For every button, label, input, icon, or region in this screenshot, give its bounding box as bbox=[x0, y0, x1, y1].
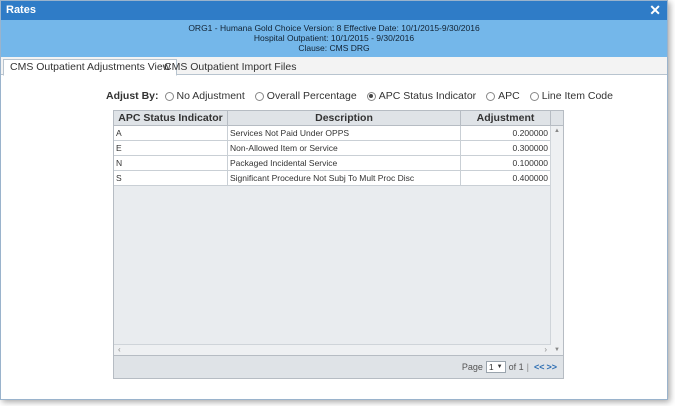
pager: Page 1 ▼ of 1 | << >> bbox=[114, 355, 563, 378]
table-row[interactable]: S Significant Procedure Not Subj To Mult… bbox=[114, 171, 551, 186]
horizontal-scrollbar[interactable]: ‹ › bbox=[114, 344, 551, 355]
radio-apc-status-indicator[interactable]: APC Status Indicator bbox=[366, 90, 477, 102]
table-row[interactable]: A Services Not Paid Under OPPS 0.200000 bbox=[114, 126, 551, 141]
vertical-scrollbar[interactable]: ▲ ▼ bbox=[550, 126, 563, 355]
radio-label: No Adjustment bbox=[176, 90, 245, 102]
radio-circle-icon[interactable] bbox=[254, 91, 264, 101]
scroll-down-arrow-icon[interactable]: ▼ bbox=[554, 347, 560, 353]
pager-separator: | bbox=[526, 362, 529, 372]
cell-adjustment[interactable]: 0.300000 bbox=[461, 141, 551, 155]
adjustments-grid: APC Status Indicator Description Adjustm… bbox=[113, 110, 564, 379]
info-line-clause: Clause: CMS DRG bbox=[298, 43, 370, 53]
cell-adjustment[interactable]: 0.400000 bbox=[461, 171, 551, 185]
cell-indicator: E bbox=[114, 141, 228, 155]
current-page-value: 1 bbox=[488, 362, 494, 372]
column-header-apc-status-indicator[interactable]: APC Status Indicator bbox=[114, 111, 228, 125]
previous-page-button[interactable]: << bbox=[534, 362, 545, 372]
adjust-by-options: Adjust By: No Adjustment Overall Percent… bbox=[106, 89, 623, 103]
scroll-up-arrow-icon[interactable]: ▲ bbox=[554, 128, 560, 134]
window-title: Rates bbox=[6, 4, 36, 16]
page-label: Page bbox=[461, 362, 483, 372]
page-select[interactable]: 1 ▼ bbox=[485, 361, 506, 373]
radio-overall-percentage[interactable]: Overall Percentage bbox=[254, 90, 357, 102]
adjust-by-label: Adjust By: bbox=[106, 90, 159, 102]
close-icon[interactable]: ✕ bbox=[649, 1, 661, 20]
scroll-left-arrow-icon[interactable]: ‹ bbox=[118, 345, 121, 355]
cell-description: Services Not Paid Under OPPS bbox=[228, 126, 461, 140]
cell-description: Significant Procedure Not Subj To Mult P… bbox=[228, 171, 461, 185]
column-header-adjustment[interactable]: Adjustment bbox=[461, 111, 551, 125]
info-line-hospital: Hospital Outpatient: 10/1/2015 - 9/30/20… bbox=[253, 33, 415, 43]
grid-header: APC Status Indicator Description Adjustm… bbox=[114, 111, 563, 126]
cell-adjustment[interactable]: 0.200000 bbox=[461, 126, 551, 140]
radio-label: APC Status Indicator bbox=[378, 90, 477, 102]
cell-description: Packaged Incidental Service bbox=[228, 156, 461, 170]
info-line-contract: ORG1 - Humana Gold Choice Version: 8 Eff… bbox=[188, 23, 480, 33]
page-count-label: of 1 bbox=[508, 362, 524, 372]
column-header-description[interactable]: Description bbox=[228, 111, 461, 125]
cell-indicator: S bbox=[114, 171, 228, 185]
radio-no-adjustment[interactable]: No Adjustment bbox=[164, 90, 245, 102]
radio-label: Line Item Code bbox=[541, 90, 613, 102]
table-row[interactable]: N Packaged Incidental Service 0.100000 bbox=[114, 156, 551, 171]
table-row[interactable]: E Non-Allowed Item or Service 0.300000 bbox=[114, 141, 551, 156]
title-bar: Rates ✕ bbox=[1, 1, 667, 20]
tab-strip: CMS Outpatient Adjustments View CMS Outp… bbox=[1, 57, 667, 76]
contract-info-banner: ORG1 - Humana Gold Choice Version: 8 Eff… bbox=[1, 20, 667, 57]
radio-circle-icon[interactable] bbox=[529, 91, 539, 101]
cell-description: Non-Allowed Item or Service bbox=[228, 141, 461, 155]
tab-cms-outpatient-import-files[interactable]: CMS Outpatient Import Files bbox=[157, 59, 303, 76]
next-page-button[interactable]: >> bbox=[546, 362, 557, 372]
radio-apc[interactable]: APC bbox=[486, 90, 520, 102]
radio-circle-icon[interactable] bbox=[164, 91, 174, 101]
radio-label: APC bbox=[498, 90, 520, 102]
radio-line-item-code[interactable]: Line Item Code bbox=[529, 90, 613, 102]
cell-indicator: A bbox=[114, 126, 228, 140]
grid-body: A Services Not Paid Under OPPS 0.200000 … bbox=[114, 126, 551, 186]
cell-indicator: N bbox=[114, 156, 228, 170]
chevron-down-icon: ▼ bbox=[496, 364, 503, 370]
header-scroll-spacer bbox=[551, 111, 563, 125]
scroll-right-arrow-icon[interactable]: › bbox=[544, 345, 547, 355]
radio-circle-icon[interactable] bbox=[486, 91, 496, 101]
cell-adjustment[interactable]: 0.100000 bbox=[461, 156, 551, 170]
tab-cms-outpatient-adjustments-view[interactable]: CMS Outpatient Adjustments View bbox=[3, 59, 178, 76]
radio-label: Overall Percentage bbox=[266, 90, 357, 102]
radio-circle-selected-icon[interactable] bbox=[366, 91, 376, 101]
